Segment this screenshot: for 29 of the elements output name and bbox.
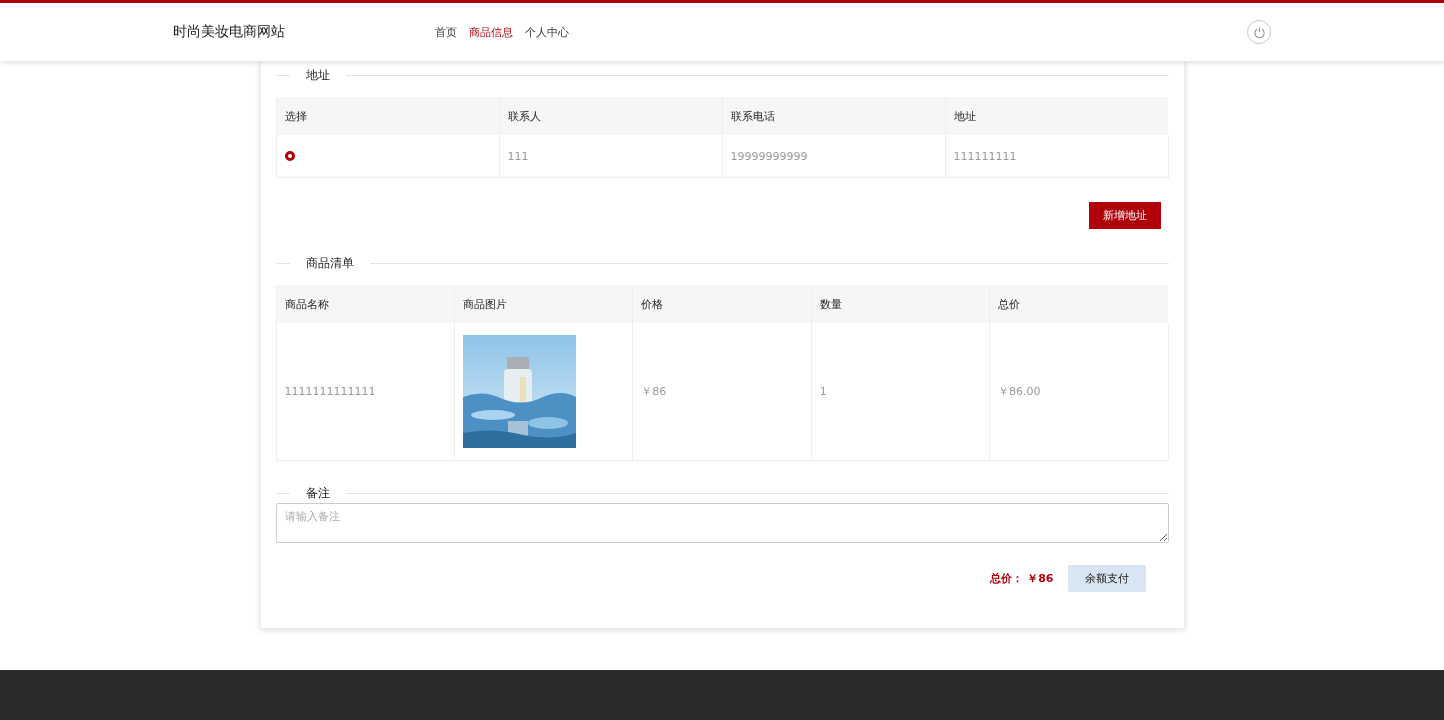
section-title: 备注 [304,484,331,502]
column-header: 联系电话 [722,97,945,135]
total-price: 总价： ￥86 [990,571,1054,586]
add-address-button[interactable]: 新增地址 [1088,202,1161,229]
nav-link[interactable]: 个人中心 [525,24,569,40]
table-cell: 111 [499,135,722,178]
nav-link[interactable]: 首页 [435,24,457,40]
table-cell: 1111111111111 [276,323,455,461]
radio-button[interactable] [284,151,295,161]
section-title: 地址 [304,66,331,84]
site-title: 时尚美妆电商网站 [173,23,286,41]
column-header: 价格 [632,285,812,323]
section-title: 商品清单 [304,254,355,272]
table-cell: 111111111 [945,135,1168,178]
column-header: 地址 [945,97,1168,135]
table-cell: 19999999999 [722,135,945,178]
column-header: 联系人 [499,97,722,135]
power-icon [1252,25,1266,39]
column-header: 商品名称 [276,285,455,323]
table-cell: ￥86.00 [989,323,1168,461]
table-cell: 1 [811,323,990,461]
remark-field[interactable]: 请输入备注 [275,503,1169,543]
column-header: 选择 [276,97,499,135]
balance-pay-button[interactable]: 余额支付 [1067,565,1146,592]
table-cell: ￥86 [632,323,812,461]
column-header: 总价 [989,285,1168,323]
column-header: 数量 [811,285,990,323]
column-header: 商品图片 [454,285,633,323]
nav-link[interactable]: 商品信息 [469,24,513,40]
